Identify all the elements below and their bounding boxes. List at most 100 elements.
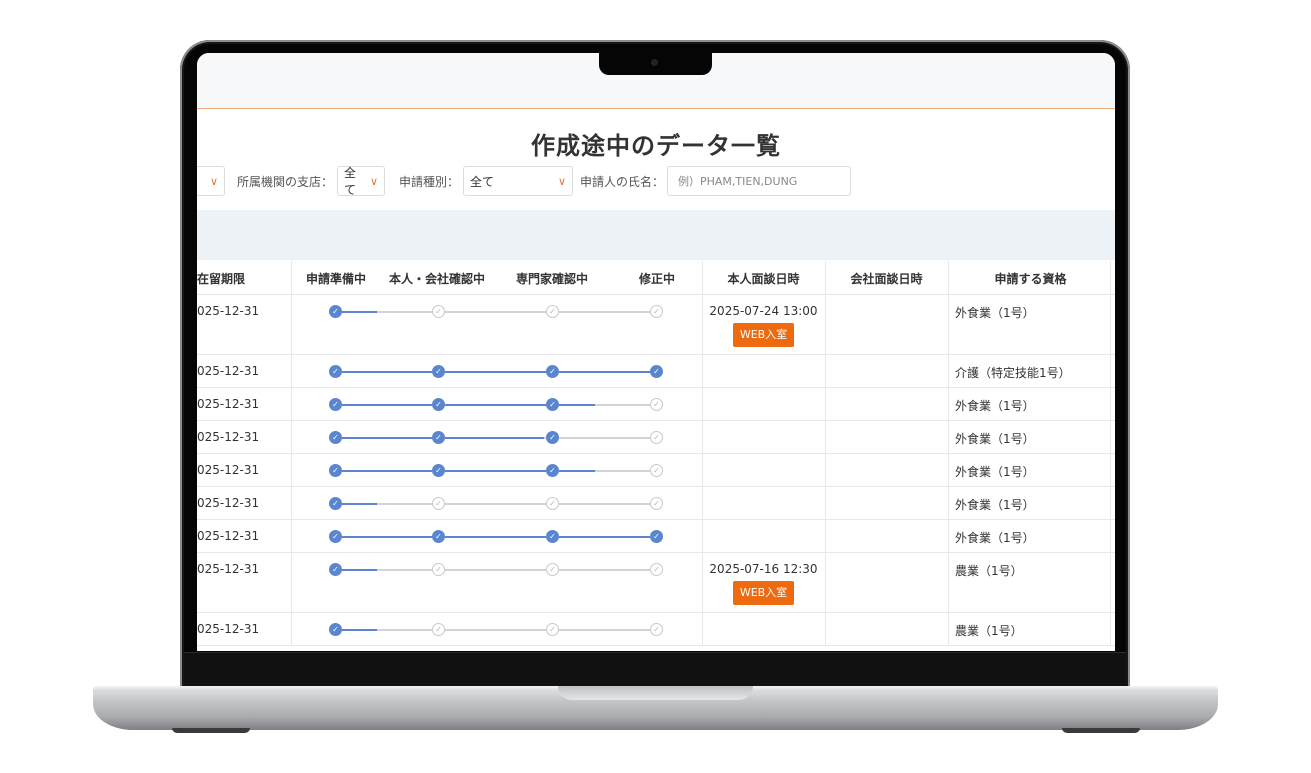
check-icon: ✓ <box>546 563 559 576</box>
table-body: 025-12-31 ✓ ✓ ✓ ✓ 2025-07-24 13:00 WEB入室 外食業（1号… <box>197 295 1115 646</box>
table-row[interactable]: 025-12-31 ✓ ✓ ✓ ✓ 外食業（1号） <box>197 487 1115 520</box>
status-progress: ✓ ✓ ✓ ✓ <box>329 563 663 577</box>
check-icon: ✓ <box>650 431 663 444</box>
check-icon: ✓ <box>329 497 342 510</box>
progress-segment <box>342 536 432 538</box>
progress-segment <box>342 629 432 631</box>
personal-interview-cell <box>702 355 825 364</box>
chevron-down-icon: ∨ <box>557 174 566 188</box>
check-icon: ✓ <box>329 431 342 444</box>
check-icon: ✓ <box>432 365 445 378</box>
progress-segment <box>559 503 650 505</box>
expiry-date: 025-12-31 <box>197 496 260 510</box>
check-icon: ✓ <box>329 623 342 636</box>
table-row[interactable]: 025-12-31 ✓ ✓ ✓ ✓ 外食業（1号） <box>197 520 1115 553</box>
check-icon: ✓ <box>329 464 342 477</box>
type-label: 申請種別： <box>399 174 460 189</box>
qualification: 外食業（1号） <box>955 306 1035 320</box>
status-progress: ✓ ✓ ✓ ✓ <box>329 305 663 319</box>
status-progress: ✓ ✓ ✓ ✓ <box>329 530 663 544</box>
personal-interview-cell <box>702 487 825 496</box>
col-qualification: 申請する資格 <box>994 271 1067 286</box>
check-icon: ✓ <box>432 464 445 477</box>
check-icon: ✓ <box>650 305 663 318</box>
progress-segment <box>445 404 546 406</box>
check-icon: ✓ <box>650 623 663 636</box>
col-fixing: 修正中 <box>638 271 675 286</box>
col-personal-interview: 本人面談日時 <box>727 271 800 286</box>
expiry-date: 025-12-31 <box>197 430 260 444</box>
personal-interview-cell <box>702 454 825 463</box>
progress-segment <box>445 569 546 571</box>
check-icon: ✓ <box>432 623 445 636</box>
personal-interview-cell <box>702 613 825 622</box>
col-expiry: 在留期限 <box>197 271 246 286</box>
col-expert: 専門家確認中 <box>515 271 588 286</box>
check-icon: ✓ <box>546 431 559 444</box>
progress-segment <box>342 503 432 505</box>
check-icon: ✓ <box>546 305 559 318</box>
table-row[interactable]: 025-12-31 ✓ ✓ ✓ ✓ 外食業（1号） <box>197 454 1115 487</box>
qualification: 介護（特定技能1号） <box>955 366 1071 380</box>
status-progress: ✓ ✓ ✓ ✓ <box>329 464 663 478</box>
progress-segment <box>445 629 546 631</box>
web-entry-button[interactable]: WEB入室 <box>732 323 795 347</box>
qualification: 外食業（1号） <box>955 465 1035 479</box>
progress-segment <box>445 470 546 472</box>
personal-interview-cell <box>702 421 825 430</box>
page-title: 作成途中のデータ一覧 <box>531 132 781 160</box>
web-entry-button[interactable]: WEB入室 <box>732 581 795 605</box>
table-row[interactable]: 025-12-31 ✓ ✓ ✓ ✓ 介護（特定技能1号） <box>197 355 1115 388</box>
progress-segment <box>559 371 650 373</box>
toolbar-band <box>197 210 1115 260</box>
table-row[interactable]: 025-12-31 ✓ ✓ ✓ ✓ 農業（1号） <box>197 613 1115 646</box>
check-icon: ✓ <box>546 464 559 477</box>
progress-segment <box>559 404 650 406</box>
check-icon: ✓ <box>650 365 663 378</box>
expiry-date: 025-12-31 <box>197 529 260 543</box>
check-icon: ✓ <box>650 530 663 543</box>
table-row[interactable]: 025-12-31 ✓ ✓ ✓ ✓ 外食業（1号） <box>197 388 1115 421</box>
progress-segment <box>559 311 650 313</box>
progress-segment <box>445 437 546 439</box>
table-row[interactable]: 025-12-31 ✓ ✓ ✓ ✓ 外食業（1号） <box>197 421 1115 454</box>
check-icon: ✓ <box>546 497 559 510</box>
check-icon: ✓ <box>546 530 559 543</box>
table-row[interactable]: 025-12-31 ✓ ✓ ✓ ✓ 2025-07-16 12:30 WEB入室 農業（1号） <box>197 553 1115 613</box>
col-company-interview: 会社面談日時 <box>850 271 923 286</box>
progress-segment <box>342 311 432 313</box>
check-icon: ✓ <box>329 563 342 576</box>
progress-segment <box>559 437 650 439</box>
progress-segment <box>342 437 432 439</box>
check-icon: ✓ <box>329 530 342 543</box>
expiry-date: 025-12-31 <box>197 463 260 477</box>
table-row[interactable]: 025-12-31 ✓ ✓ ✓ ✓ 2025-07-24 13:00 WEB入室 外食業（1号… <box>197 295 1115 355</box>
check-icon: ✓ <box>546 365 559 378</box>
progress-segment <box>559 470 650 472</box>
cut-off-select[interactable]: ∨ <box>197 166 225 196</box>
check-icon: ✓ <box>432 431 445 444</box>
name-search-input[interactable]: 例）PHAM,TIEN,DUNG <box>667 166 851 196</box>
progress-segment <box>559 536 650 538</box>
type-select[interactable]: 全て ∨ <box>463 166 573 196</box>
personal-interview-cell <box>702 520 825 529</box>
progress-segment <box>342 470 432 472</box>
qualification: 外食業（1号） <box>955 432 1035 446</box>
qualification: 農業（1号） <box>955 624 1023 638</box>
camera-notch <box>599 53 712 75</box>
status-progress: ✓ ✓ ✓ ✓ <box>329 431 663 445</box>
qualification: 外食業（1号） <box>955 498 1035 512</box>
check-icon: ✓ <box>650 464 663 477</box>
draft-data-table: 在留期限 申請準備中 本人・会社確認中 専門家確認中 修正中 本人面談日時 会社… <box>197 261 1115 646</box>
laptop-open-notch <box>558 686 753 700</box>
progress-segment <box>342 371 432 373</box>
qualification: 外食業（1号） <box>955 399 1035 413</box>
status-progress: ✓ ✓ ✓ ✓ <box>329 623 663 637</box>
interview-datetime: 2025-07-24 13:00 <box>709 304 818 318</box>
check-icon: ✓ <box>546 398 559 411</box>
check-icon: ✓ <box>329 305 342 318</box>
branch-select[interactable]: 全て ∨ <box>337 166 385 197</box>
expiry-date: 025-12-31 <box>197 364 260 378</box>
screen: 作成途中のデータ一覧 ∨ 所属機関の支店： 全て ∨ 申請種別： 全て ∨ 申請人の… <box>197 53 1115 651</box>
personal-interview-cell: 2025-07-24 13:00 WEB入室 <box>702 295 825 347</box>
